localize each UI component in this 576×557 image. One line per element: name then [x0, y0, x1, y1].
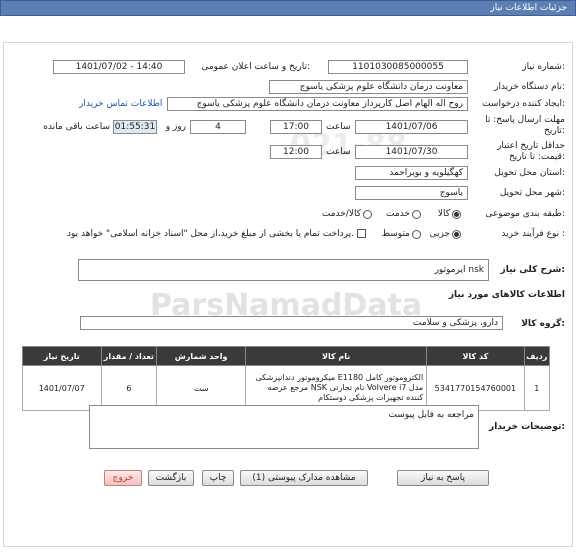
need-summary-field: ایرموتور nsk: [78, 259, 489, 281]
col-date: تاریخ نیاز: [22, 346, 102, 366]
province-label: استان محل تحویل:: [494, 168, 565, 178]
buyer-label: نام دستگاه خریدار:: [494, 82, 565, 92]
reply-hour-field: 17:00: [270, 120, 322, 134]
table-row: 1401/07/07 6 ست الکتروموتور کامل E1180 م…: [22, 365, 551, 411]
category-option-both: کالا/خدمت: [321, 209, 361, 219]
validity-date-field: 1401/07/30: [355, 145, 468, 159]
validity-label: حداقل تاریخ اعتبار قیمت: تا تاریخ:: [497, 141, 565, 162]
category-option-service: خدمت: [386, 209, 410, 219]
purchase-option-medium: متوسط: [381, 229, 410, 239]
goods-group-label: گروه کالا:: [521, 319, 565, 329]
purchase-type-label: نوع فرآیند خرید :: [501, 229, 565, 239]
validity-hour-label: ساعت: [326, 147, 351, 157]
goods-section-title: اطلاعات کالاهای مورد نیاز: [448, 290, 565, 300]
cell-row: 1: [523, 365, 551, 411]
announce-field: 1401/07/02 - 14:40: [53, 60, 185, 74]
col-qty: تعداد / مقدار: [100, 346, 158, 366]
reply-deadline-label: مهلت ارسال پاسخ: تا تاریخ:: [485, 115, 565, 136]
treasury-payment-note: پرداخت تمام یا بخشی از مبلغ خرید،از محل …: [66, 229, 354, 239]
buyer-contact-link[interactable]: اطلاعات تماس خریدار: [79, 98, 162, 111]
category-label: طبقه بندی موضوعی:: [485, 209, 565, 219]
purchase-option-minor: جزیی: [429, 229, 450, 239]
exit-button[interactable]: خروج: [104, 470, 142, 486]
need-number-label: شماره نیاز:: [522, 62, 565, 72]
need-number-field: 1101030085000055: [328, 60, 468, 74]
reply-hour-label: ساعت: [326, 122, 351, 132]
need-summary-label: شرح کلی نیاز:: [500, 265, 565, 275]
page-header: جزئیات اطلاعات نیاز: [0, 0, 576, 16]
remaining-time: 01:55:31: [113, 120, 157, 134]
buyer-notes-label: توضیحات خریدار:: [489, 422, 565, 432]
cell-unit: ست: [156, 365, 247, 411]
col-name: نام کالا: [245, 346, 428, 366]
cell-code: 5341770154760001: [426, 365, 525, 411]
days-field: 4: [190, 120, 246, 134]
creator-label: ایجاد کننده درخواست:: [482, 99, 565, 109]
category-radio-goods[interactable]: [452, 210, 461, 219]
back-button[interactable]: بازگشت: [148, 470, 194, 486]
days-label: روز و: [165, 122, 186, 132]
purchase-radio-minor[interactable]: [452, 230, 461, 239]
col-unit: واحد شمارش: [156, 346, 247, 366]
cell-name: الکتروموتور کامل E1180 میکروموتور دندانپ…: [245, 365, 428, 411]
cell-date: 1401/07/07: [22, 365, 102, 411]
buyer-field: معاونت درمان دانشگاه علوم پزشکی یاسوج: [269, 80, 468, 94]
purchase-radio-medium[interactable]: [412, 230, 421, 239]
goods-table-header: تاریخ نیاز تعداد / مقدار واحد شمارش نام …: [22, 346, 551, 366]
goods-group-field: دارو، پزشکی و سلامت: [80, 316, 503, 330]
creator-field: روح اله الهام اصل کارپرداز معاونت درمان …: [167, 97, 468, 111]
cell-qty: 6: [100, 365, 158, 411]
reply-date-field: 1401/07/06: [355, 120, 468, 134]
view-attachments-button[interactable]: مشاهده مدارک پیوستی (1): [240, 470, 368, 486]
treasury-payment-checkbox[interactable]: [357, 229, 366, 238]
col-row: ردیف: [523, 346, 551, 366]
category-radio-service[interactable]: [412, 210, 421, 219]
city-label: شهر محل تحویل:: [499, 188, 565, 198]
reply-button[interactable]: پاسخ به نیاز: [397, 470, 489, 486]
city-field: یاسوج: [355, 186, 468, 200]
col-code: کد کالا: [426, 346, 525, 366]
province-field: کهگیلویه و بویراحمد: [355, 166, 468, 180]
buyer-notes-field: مراجعه به فایل پیوست: [89, 405, 479, 449]
print-button[interactable]: چاپ: [202, 470, 234, 486]
category-option-goods: کالا: [437, 209, 450, 219]
goods-table: تاریخ نیاز تعداد / مقدار واحد شمارش نام …: [22, 346, 551, 411]
validity-hour-field: 12:00: [270, 145, 322, 159]
category-radio-both[interactable]: [363, 210, 372, 219]
announce-label: تاریخ و ساعت اعلان عمومی:: [201, 62, 310, 72]
remaining-label: ساعت باقی مانده: [43, 122, 110, 132]
